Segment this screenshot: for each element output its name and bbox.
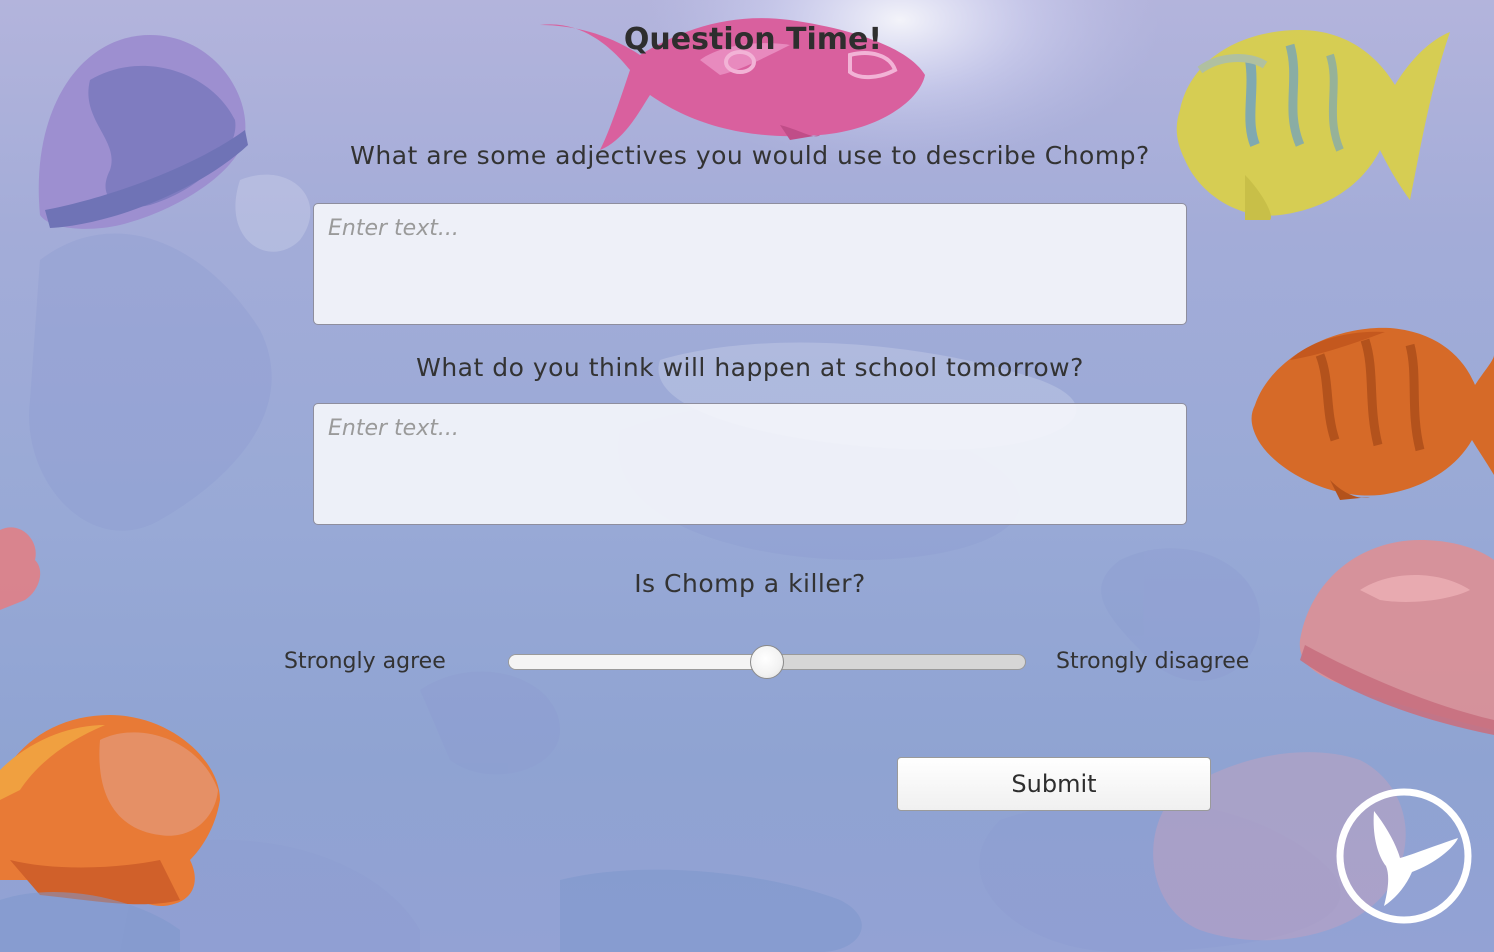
tomorrow-text-field[interactable] — [313, 403, 1187, 525]
question-screen: Question Time! What are some adjectives … — [0, 0, 1494, 952]
page-title: Question Time! — [623, 22, 883, 57]
fish-yellow-icon — [1176, 30, 1450, 220]
scale-left-label: Strongly agree — [284, 649, 446, 674]
jellyfish-purple-icon — [38, 35, 248, 229]
fish-orange-icon — [1251, 327, 1494, 500]
slider-thumb[interactable] — [750, 645, 784, 679]
plane-logo-icon[interactable] — [1334, 786, 1474, 926]
adjectives-text-field[interactable] — [313, 203, 1187, 325]
question-tomorrow-label: What do you think will happen at school … — [416, 353, 1084, 382]
coral-left — [0, 527, 41, 610]
question-killer-label: Is Chomp a killer? — [634, 569, 866, 598]
submit-button[interactable]: Submit — [897, 757, 1211, 811]
jellyfish-orange-icon — [0, 715, 220, 907]
agreement-slider[interactable] — [508, 645, 1026, 679]
slider-fill — [509, 655, 767, 669]
question-adjectives-label: What are some adjectives you would use t… — [350, 141, 1150, 170]
scale-right-label: Strongly disagree — [1056, 649, 1250, 674]
